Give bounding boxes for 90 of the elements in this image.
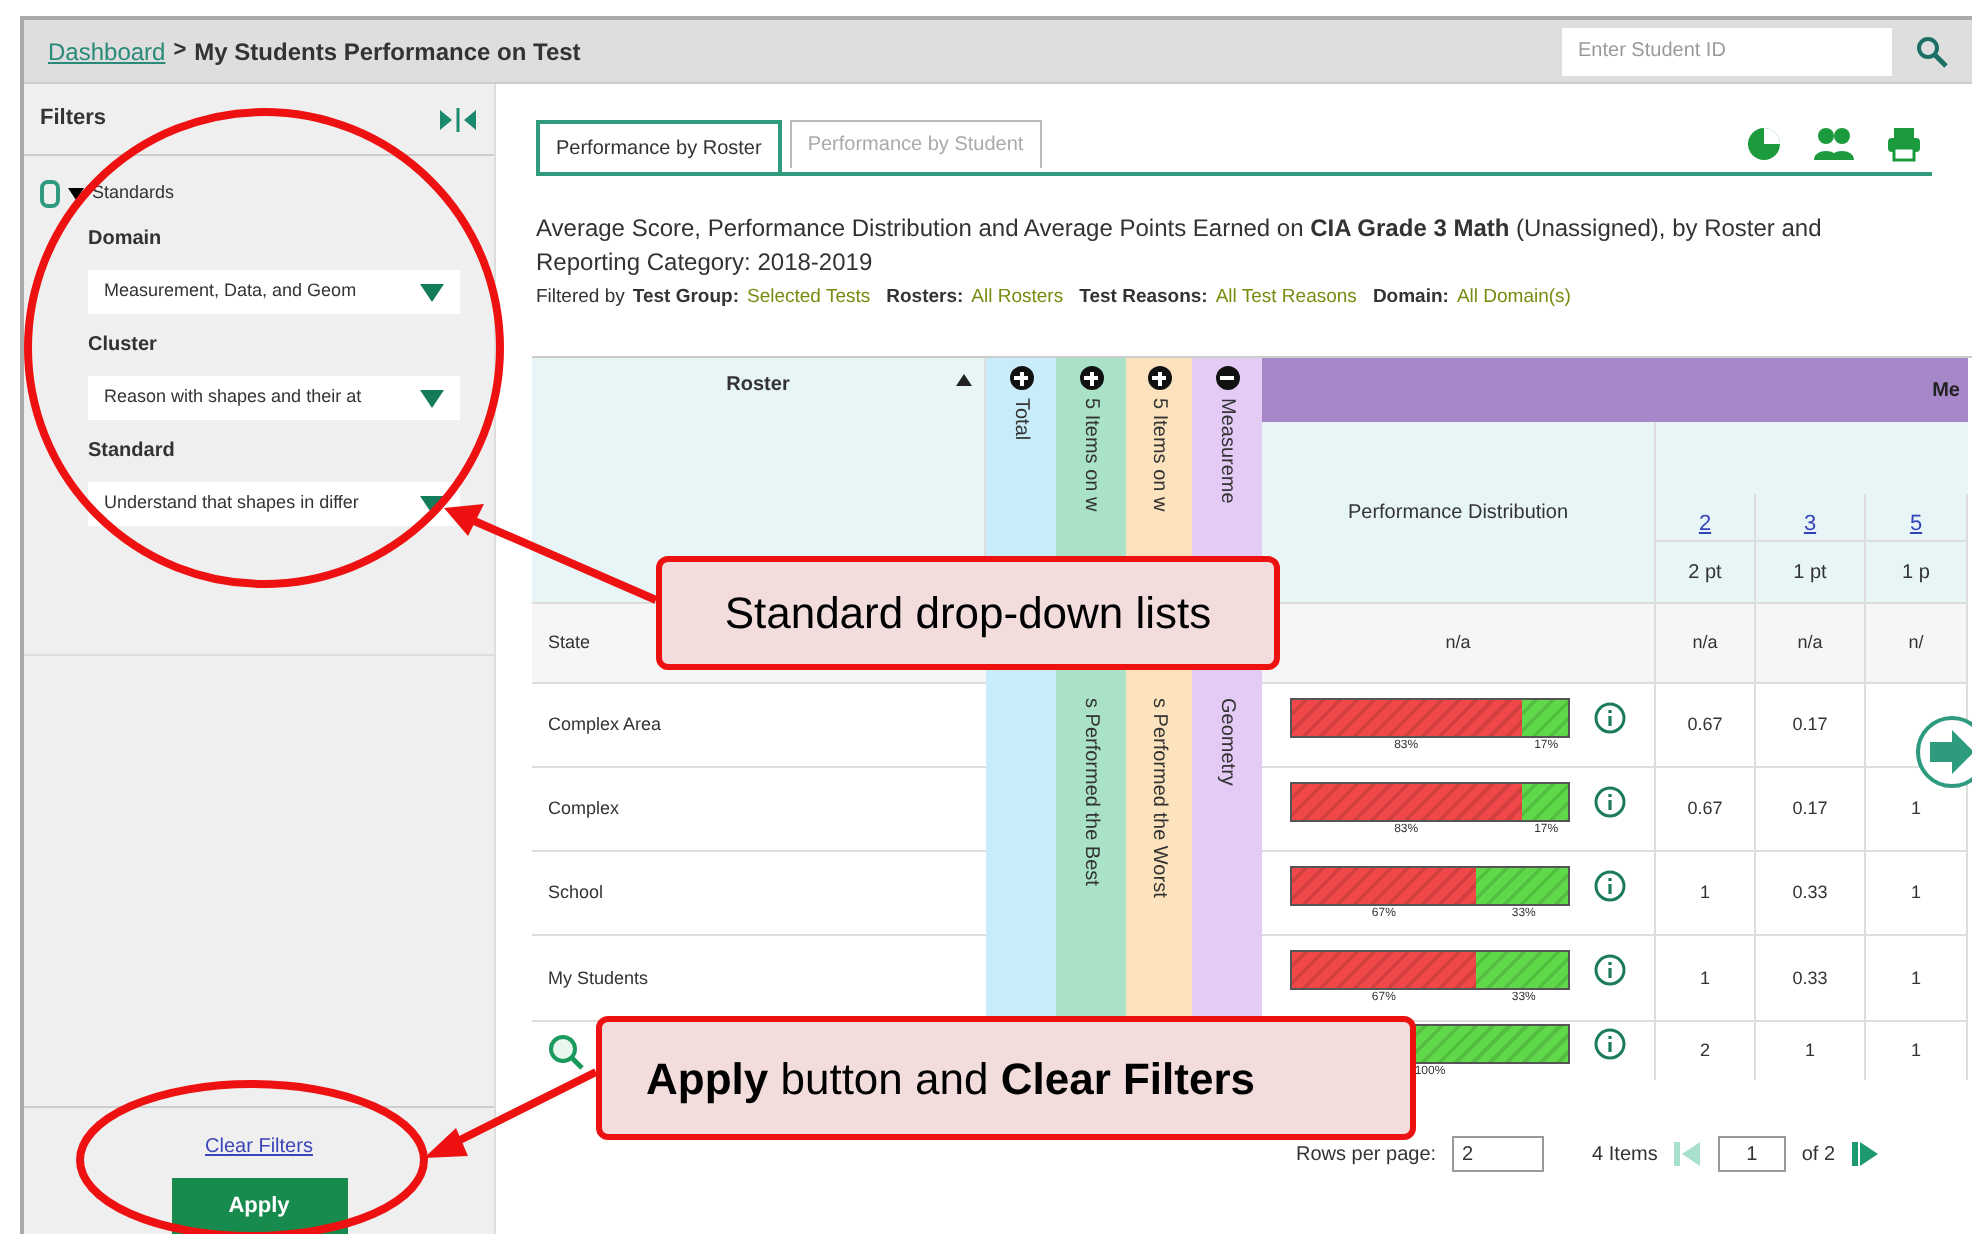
tab[interactable]: Performance by Roster [536,120,782,172]
column-header: 5 Items on w [1078,398,1104,512]
cell-value: n/ [1908,630,1924,656]
cell-value: n/a [1797,630,1823,656]
info-icon[interactable] [1594,1027,1626,1060]
filter-summary-label: Filtered by [536,284,625,312]
clear-filters-link[interactable]: Clear Filters [205,1132,313,1162]
filters-title: Filters [40,104,107,135]
column-link[interactable]: 3 [1803,507,1817,541]
sort-icon[interactable] [956,374,972,387]
cell-value: 0.17 [1792,712,1828,738]
column-header: Geometry [1214,698,1240,787]
field-label: Domain [88,226,162,254]
field-label: Cluster [88,332,157,360]
filter-name: Test Group: [632,284,739,312]
cell-value: n/a [1692,630,1718,656]
search-icon[interactable] [1916,35,1948,67]
roster-name[interactable]: Complex Area [548,712,662,739]
filter-value: Selected Tests [747,284,871,312]
report-description: Average Score, Performance Distribution and Average Points Earned on CIA Grade 3 Math (Unassigned), by Roster and Reporting Category: 2018-2019 [536,212,1824,280]
expand-toggle[interactable] [1147,366,1171,391]
caret-icon [420,283,444,301]
column-header: Total [1008,398,1034,441]
info-icon[interactable] [1594,954,1626,987]
roster-name[interactable]: My Students [548,965,649,992]
next-page-icon[interactable] [1851,1140,1880,1169]
cell-value: 0.67 [1687,796,1723,822]
cell-value: 2 [1699,1038,1710,1064]
dropdown-field[interactable]: Understand that shapes in differ [88,482,460,526]
column-header: 1 p [1902,559,1930,588]
dropdown-field[interactable]: Reason with shapes and their at [88,376,460,420]
callout-text: Standard drop-down lists [724,586,1212,642]
page-title: My Students Performance on Test [194,35,581,69]
cell-value: 1 [1910,796,1921,822]
column-link[interactable]: 2 [1698,507,1712,541]
info-icon[interactable] [1594,785,1626,818]
column-header: 5 Items on w [1146,398,1172,512]
roster-name[interactable]: School [548,880,604,907]
column-header: Performance Distribution [1347,499,1569,528]
page-number-field[interactable]: 1 [1717,1136,1786,1173]
cell-value: 0.17 [1792,796,1828,822]
cell-value: 0.67 [1687,712,1723,738]
cell-value: 1 [1910,1038,1921,1064]
roster-name[interactable]: State [548,630,591,657]
column-header: s Performed the Worst [1146,698,1172,899]
collapse-icon[interactable] [438,107,478,131]
page-count: of 2 [1801,1141,1836,1170]
cell-value: 0.33 [1792,965,1828,991]
expand-toggle[interactable] [1215,366,1239,391]
cell-value: 1 [1699,880,1710,906]
column-header: 1 pt [1793,559,1827,588]
group-header: Me [1932,377,1960,406]
column-header: 2 pt [1688,559,1722,588]
info-icon[interactable] [1594,869,1626,902]
item-count: 4 Items [1592,1141,1658,1170]
cell-value: 1 [1910,880,1921,906]
filter-value: All Domain(s) [1456,284,1571,312]
filter-name: Rosters: [886,284,964,312]
column-header: s Performed the Best [1078,698,1104,887]
standards-toggle[interactable]: Standards [68,180,175,208]
caret-icon [420,389,444,407]
printer-icon[interactable] [1884,124,1924,164]
cell-text: n/a [1445,630,1471,656]
student-id-field[interactable]: Enter Student ID [1562,27,1892,75]
dropdown-field[interactable]: Measurement, Data, and Geom [88,270,460,314]
cell-value: 1 [1804,1038,1815,1064]
zoom-icon[interactable] [548,1033,584,1070]
apply-button[interactable]: Apply [171,1178,347,1234]
column-link[interactable]: 5 [1909,507,1923,541]
pie-chart-icon[interactable] [1744,124,1784,164]
cell-value: 1 [1699,965,1710,991]
expand-toggle[interactable] [1009,366,1033,391]
rows-per-page-field[interactable]: 2 [1452,1136,1545,1173]
cell-value: 0.33 [1792,880,1828,906]
info-icon[interactable] [1594,701,1626,734]
field-label: Standard [88,438,175,466]
filter-name: Test Reasons: [1079,284,1208,312]
filter-value: All Test Reasons [1215,284,1357,312]
column-header: Roster [726,372,790,401]
filter-name: Domain: [1372,284,1449,312]
scroll-right-icon[interactable] [1912,712,1972,792]
cell-value: 1 [1910,965,1921,991]
filter-value: All Rosters [971,284,1064,312]
callout-text: Apply button and Clear Filters [646,1051,1256,1108]
rows-per-page-label: Rows per page: [1296,1141,1437,1170]
breadcrumb-separator: > [173,36,187,67]
people-icon[interactable] [1812,124,1856,164]
roster-name[interactable]: Complex [548,796,620,823]
column-header: Measureme [1214,398,1240,505]
expand-toggle[interactable] [1079,366,1103,391]
